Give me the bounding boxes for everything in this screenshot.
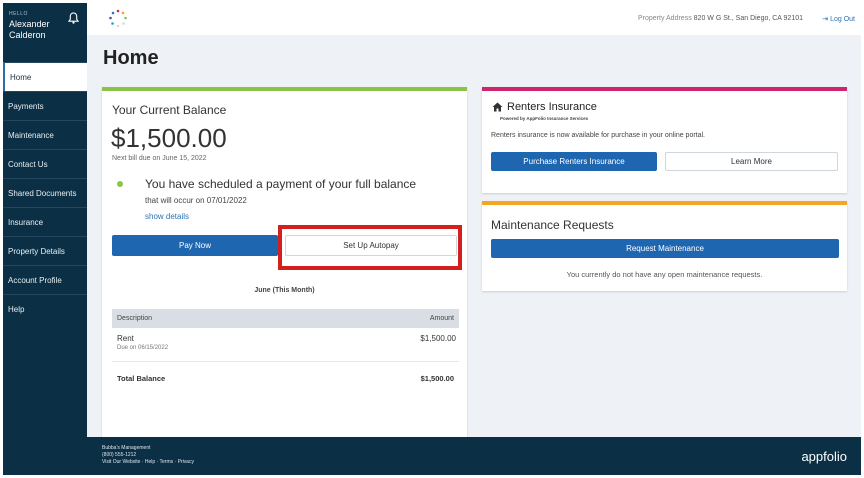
table-header: Description Amount (112, 309, 459, 328)
next-bill-due: Next bill due on June 15, 2022 (112, 155, 207, 162)
insurance-card-title: Renters Insurance (492, 101, 597, 113)
maintenance-empty-message: You currently do not have any open maint… (566, 270, 763, 279)
footer-info: Bubba's Management (800) 555-1212 Visit … (102, 445, 194, 466)
sidebar-item-label: Property Details (8, 246, 65, 256)
sidebar-item-help[interactable]: Help (3, 294, 87, 323)
sidebar-item-label: Account Profile (8, 275, 62, 285)
sidebar-item-payments[interactable]: Payments (3, 91, 87, 120)
footer-phone: (800) 555-1212 (102, 452, 137, 458)
balance-card-title: Your Current Balance (112, 103, 227, 117)
footer-links[interactable]: Visit Our Website · Help · Terms · Priva… (102, 459, 194, 466)
footer: Bubba's Management (800) 555-1212 Visit … (87, 437, 861, 475)
renters-insurance-card: Renters Insurance Powered by AppFolio In… (482, 87, 847, 193)
sidebar-item-label: Maintenance (8, 130, 54, 140)
show-details-link[interactable]: show details (145, 212, 189, 221)
sidebar: HELLO Alexander Calderon Home Payments M… (3, 3, 87, 475)
insurance-description: Renters insurance is now available for p… (491, 132, 706, 139)
property-address: Property Address 820 W G St., San Diego,… (638, 15, 803, 22)
sidebar-item-shared-documents[interactable]: Shared Documents (3, 178, 87, 207)
total-balance-label: Total Balance (117, 374, 166, 383)
logout-link[interactable]: ⇥ Log Out (822, 15, 855, 23)
sidebar-item-account-profile[interactable]: Account Profile (3, 265, 87, 294)
learn-more-button[interactable]: Learn More (665, 152, 838, 171)
scheduled-payment-date: that will occur on 07/01/2022 (145, 196, 247, 205)
charge-description: Rent (117, 334, 134, 343)
maintenance-card-title: Maintenance Requests (491, 218, 614, 232)
sidebar-item-label: Help (8, 304, 25, 314)
sidebar-item-home[interactable]: Home (3, 62, 87, 91)
column-header-description: Description (117, 315, 153, 322)
home-icon (492, 102, 503, 112)
current-balance-card: Your Current Balance $1,500.00 Next bill… (102, 87, 467, 441)
sidebar-item-insurance[interactable]: Insurance (3, 207, 87, 236)
status-dot-icon (117, 181, 123, 187)
property-address-value: 820 W G St., San Diego, CA 92101 (693, 15, 803, 22)
request-maintenance-button[interactable]: Request Maintenance (491, 239, 839, 258)
sidebar-item-label: Shared Documents (8, 188, 77, 198)
top-bar: Property Address 820 W G St., San Diego,… (87, 3, 861, 35)
total-balance-row: Total Balance $1,500.00 (112, 362, 459, 395)
footer-company: Bubba's Management (102, 445, 151, 451)
balance-amount: $1,500.00 (111, 123, 227, 153)
pay-now-button[interactable]: Pay Now (112, 235, 278, 256)
logout-icon: ⇥ (822, 16, 829, 23)
appfolio-logo: appfolio (801, 449, 847, 464)
purchase-insurance-button[interactable]: Purchase Renters Insurance (491, 152, 657, 171)
main-content: Home Your Current Balance $1,500.00 Next… (87, 35, 861, 441)
sidebar-item-label: Home (10, 72, 32, 82)
user-greeting: HELLO Alexander Calderon (3, 3, 87, 62)
sidebar-item-label: Contact Us (8, 159, 48, 169)
property-address-label: Property Address (638, 15, 692, 22)
total-balance-amount: $1,500.00 (420, 374, 454, 383)
table-row: Rent Due on 06/15/2022 $1,500.00 (112, 328, 459, 362)
scheduled-payment-message: You have scheduled a payment of your ful… (145, 177, 417, 191)
sidebar-item-property-details[interactable]: Property Details (3, 236, 87, 265)
company-logo[interactable] (107, 8, 129, 30)
month-label: June (This Month) (254, 287, 315, 294)
sidebar-item-contact-us[interactable]: Contact Us (3, 149, 87, 178)
page-title: Home (103, 47, 159, 69)
logout-label: Log Out (830, 16, 855, 23)
charge-amount: $1,500.00 (420, 334, 456, 343)
sidebar-item-maintenance[interactable]: Maintenance (3, 120, 87, 149)
sidebar-item-label: Insurance (8, 217, 44, 227)
sidebar-item-label: Payments (8, 101, 44, 111)
charge-due-date: Due on 06/15/2022 (117, 345, 169, 351)
powered-by-label: Powered by AppFolio Insurance Services (500, 116, 589, 121)
balance-table: Description Amount Rent Due on 06/15/202… (112, 309, 459, 395)
column-header-amount: Amount (429, 315, 454, 322)
insurance-title-text: Renters Insurance (507, 101, 597, 113)
highlight-box (278, 225, 462, 270)
maintenance-requests-card: Maintenance Requests Request Maintenance… (482, 201, 847, 291)
bell-icon[interactable] (68, 12, 79, 24)
